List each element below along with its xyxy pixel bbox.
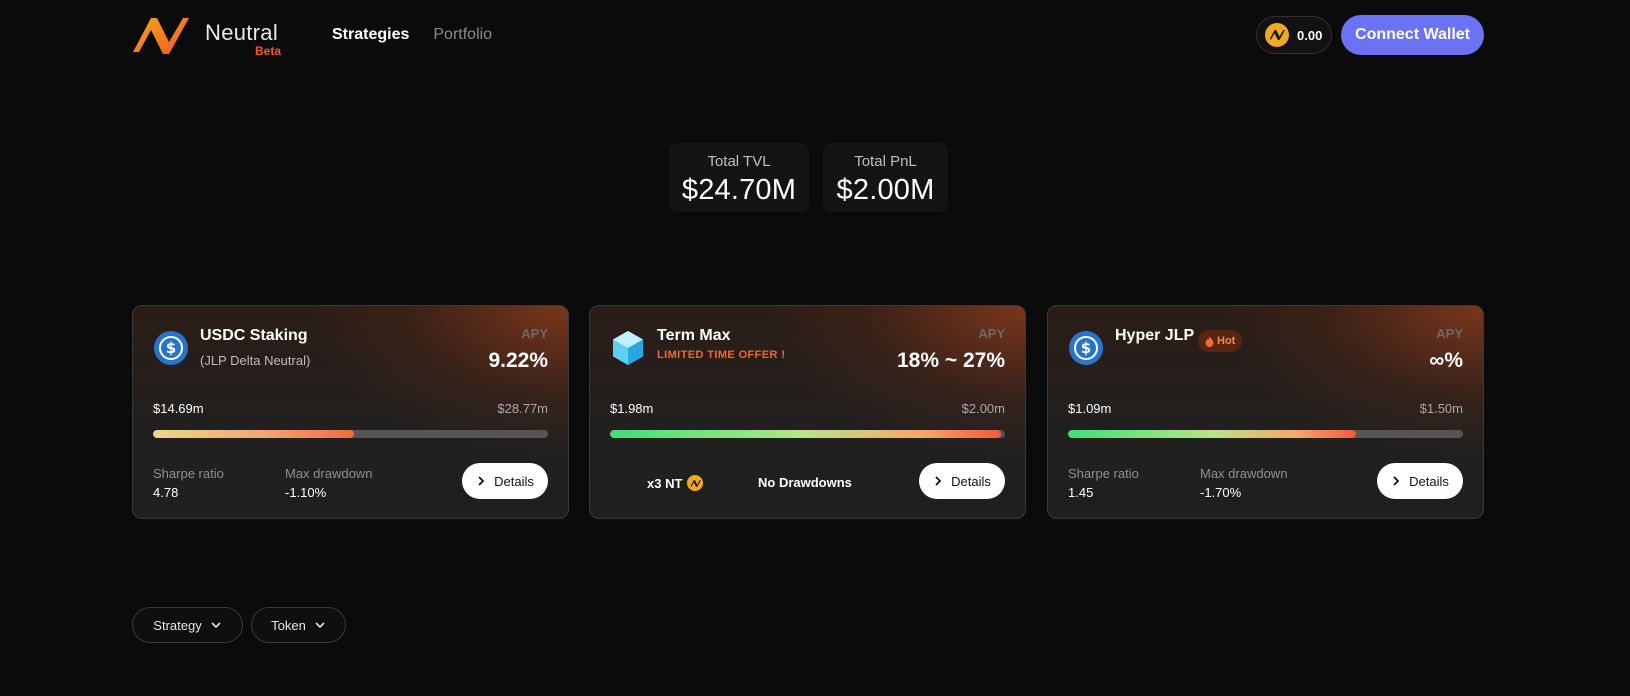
total-pnl-value: $2.00M xyxy=(836,174,935,206)
details-label: Details xyxy=(1409,473,1449,489)
top-header: Neutral Beta Strategies Portfolio 0.00 C… xyxy=(0,0,1630,72)
nt-balance-pill[interactable]: 0.00 xyxy=(1256,16,1332,54)
tvl-cap: $1.50m xyxy=(1419,401,1463,416)
total-tvl-label: Total TVL xyxy=(707,153,771,170)
tvl-cap: $2.00m xyxy=(961,401,1005,416)
tvl-cap: $28.77m xyxy=(497,401,548,416)
total-tvl-value: $24.70M xyxy=(681,174,797,206)
limited-offer-label: LIMITED TIME OFFER ! xyxy=(657,349,786,361)
nt-balance-value: 0.00 xyxy=(1297,27,1323,43)
max-drawdown-value: -1.70% xyxy=(1200,485,1242,500)
nt-coin-icon xyxy=(687,475,704,491)
brand[interactable]: Neutral Beta xyxy=(205,20,281,58)
card-subtitle: (JLP Delta Neutral) xyxy=(200,353,311,368)
usdc-icon: $ xyxy=(1069,331,1103,365)
usdc-icon: $ xyxy=(154,331,188,365)
capacity-progress-bar xyxy=(153,430,548,438)
beta-badge: Beta xyxy=(255,44,282,58)
capacity-progress-fill xyxy=(1068,430,1357,438)
svg-text:$: $ xyxy=(1081,339,1091,357)
svg-text:$: $ xyxy=(166,339,176,357)
term-max-icon xyxy=(613,331,643,365)
main-nav: Strategies Portfolio xyxy=(332,26,492,44)
details-button[interactable]: Details xyxy=(919,463,1005,499)
total-tvl-stat: Total TVL $24.70M xyxy=(669,143,809,212)
max-drawdown-value: -1.10% xyxy=(285,485,327,500)
strategy-filter-label: Strategy xyxy=(153,617,202,633)
card-title: Hyper JLP xyxy=(1115,327,1195,344)
chevron-right-icon xyxy=(478,476,485,486)
tvl-current: $1.98m xyxy=(610,401,654,416)
connect-wallet-button[interactable]: Connect Wallet xyxy=(1341,15,1484,55)
chevron-right-icon xyxy=(935,476,942,486)
card-title: USDC Staking xyxy=(200,327,308,344)
capacity-progress-fill xyxy=(610,430,1002,438)
max-drawdown-label: Max drawdown xyxy=(285,466,373,481)
hot-badge: Hot xyxy=(1198,330,1243,352)
strategy-filter-dropdown[interactable]: Strategy xyxy=(132,607,243,643)
capacity-progress-bar xyxy=(1068,430,1463,438)
tvl-current: $1.09m xyxy=(1068,401,1112,416)
sharpe-ratio-value: 1.45 xyxy=(1068,485,1094,500)
neutral-logo-icon[interactable] xyxy=(131,14,189,58)
chevron-down-icon xyxy=(211,622,221,629)
no-drawdowns-label: No Drawdowns xyxy=(758,475,852,490)
brand-name: Neutral xyxy=(205,20,279,45)
hot-badge-label: Hot xyxy=(1217,335,1236,347)
apy-value: ∞% xyxy=(1429,349,1463,372)
total-pnl-stat: Total PnL $2.00M xyxy=(823,143,948,212)
sharpe-ratio-value: 4.78 xyxy=(153,485,179,500)
apy-label: APY xyxy=(978,326,1005,341)
details-label: Details xyxy=(951,473,991,489)
details-label: Details xyxy=(494,473,534,489)
sharpe-ratio-label: Sharpe ratio xyxy=(153,466,224,481)
nav-portfolio[interactable]: Portfolio xyxy=(433,26,492,44)
sharpe-ratio-label: Sharpe ratio xyxy=(1068,466,1139,481)
capacity-progress-fill xyxy=(153,430,355,438)
nav-strategies[interactable]: Strategies xyxy=(332,26,409,44)
strategy-card-hyper-jlp[interactable]: $ Hyper JLP Hot APY ∞% $1.09m $1.50m Sha… xyxy=(1047,305,1484,519)
tvl-current: $14.69m xyxy=(153,401,204,416)
card-title: Term Max xyxy=(657,327,731,344)
nt-multiplier-label: x3 NT xyxy=(647,475,683,491)
max-drawdown-label: Max drawdown xyxy=(1200,466,1288,481)
strategy-card-term-max[interactable]: Term Max LIMITED TIME OFFER ! APY 18% ~ … xyxy=(589,305,1026,519)
chevron-right-icon xyxy=(1393,476,1400,486)
details-button[interactable]: Details xyxy=(1377,463,1463,499)
strategy-card-usdc-staking[interactable]: $ USDC Staking (JLP Delta Neutral) APY 9… xyxy=(132,305,569,519)
fire-icon xyxy=(1205,335,1214,347)
details-button[interactable]: Details xyxy=(462,463,548,499)
apy-value: 9.22% xyxy=(488,349,548,372)
token-filter-label: Token xyxy=(271,617,306,633)
page: Neutral Beta Strategies Portfolio 0.00 C… xyxy=(0,0,1630,696)
capacity-progress-bar xyxy=(610,430,1005,438)
apy-label: APY xyxy=(521,326,548,341)
apy-label: APY xyxy=(1436,326,1463,341)
total-pnl-label: Total PnL xyxy=(854,153,917,170)
apy-value: 18% ~ 27% xyxy=(897,349,1005,372)
chevron-down-icon xyxy=(315,622,325,629)
token-filter-dropdown[interactable]: Token xyxy=(251,607,346,643)
nt-multiplier: x3 NT xyxy=(647,475,704,491)
nt-coin-icon xyxy=(1265,23,1289,47)
